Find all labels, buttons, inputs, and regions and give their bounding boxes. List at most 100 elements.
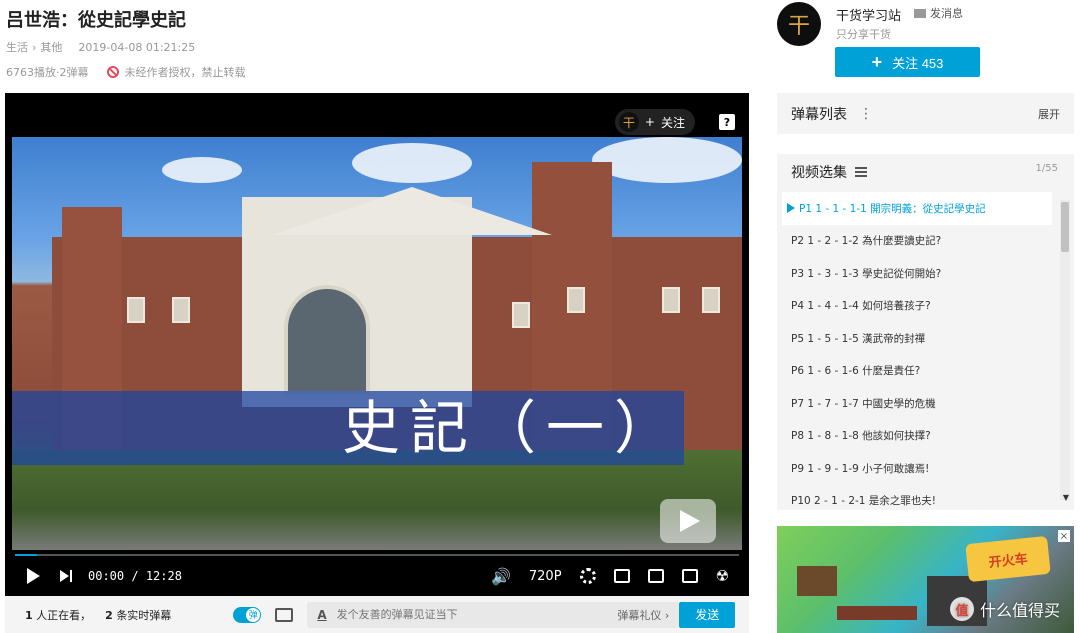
follow-label: 关注 453 xyxy=(892,55,944,71)
more-icon[interactable]: ⋮ xyxy=(859,106,873,122)
player-controls: 00:00 / 12:28 🔊 720P ☢ xyxy=(15,563,739,589)
danmaku-input-container: A 弹幕礼仪 › xyxy=(307,601,680,628)
help-icon[interactable]: ? xyxy=(719,114,735,130)
cloud xyxy=(352,143,472,183)
playing-icon xyxy=(787,203,795,214)
fullscreen-button[interactable]: ☢ xyxy=(716,563,729,589)
episode-label: P10 2 - 1 - 2-1 是余之罪也夫! xyxy=(791,495,937,508)
copyright-text: 未经作者授权，禁止转载 xyxy=(124,66,246,79)
overlay-follow-label: 关注 xyxy=(660,115,685,130)
danmaku-list-header[interactable]: 弹幕列表 ⋮ 展开 xyxy=(777,93,1074,134)
video-frame[interactable]: 史記（一） xyxy=(12,137,742,550)
list-icon[interactable] xyxy=(855,167,867,177)
episode-label: P2 1 - 2 - 1-2 為什麼要讀史記? xyxy=(791,235,942,248)
window xyxy=(662,287,680,313)
danmaku-bar: 1 人正在看， 2 条实时弹幕 A 弹幕礼仪 › 发送 xyxy=(5,596,749,633)
progress-fill xyxy=(15,554,37,556)
episode-label: P9 1 - 9 - 1-9 小子何敢讓焉! xyxy=(791,462,930,475)
episode-label: P1 1 - 1 - 1-1 開宗明義：從史記學史記 xyxy=(799,202,986,215)
episode-item[interactable]: P9 1 - 9 - 1-9 小子何敢讓焉! xyxy=(782,452,1052,485)
overlay-follow-button[interactable]: 干 + 关注 xyxy=(614,109,695,135)
widescreen-button[interactable] xyxy=(647,563,664,589)
player-top-overlay: 干 + 关注 ? xyxy=(614,109,735,135)
video-stats: 6763播放 · 2弹幕 未经作者授权，禁止转载 xyxy=(6,64,246,80)
watching-number: 1 xyxy=(25,608,33,622)
episode-item[interactable]: P3 1 - 3 - 1-3 學史記從何開始? xyxy=(782,257,1052,290)
subcategory-link[interactable]: 其他 xyxy=(40,39,62,55)
episode-item[interactable]: P7 1 - 7 - 1-7 中國史學的危機 xyxy=(782,387,1052,420)
current-time: 00:00 xyxy=(88,569,125,583)
duration: 12:28 xyxy=(145,569,182,583)
danmaku-list-title: 弹幕列表 xyxy=(791,106,847,123)
progress-bar[interactable] xyxy=(15,554,739,556)
ad-close-icon[interactable]: × xyxy=(1058,530,1070,542)
danmaku-off-button[interactable] xyxy=(613,563,630,589)
danmaku-settings-icon[interactable] xyxy=(275,607,294,622)
time-display: 00:00 / 12:28 xyxy=(88,569,182,583)
quality-selector[interactable]: 720P xyxy=(529,563,562,589)
expand-button[interactable]: 展开 xyxy=(1038,106,1060,122)
watching-label: 人正在看， xyxy=(36,608,92,622)
gear-icon xyxy=(579,568,596,584)
episode-item[interactable]: P1 1 - 1 - 1-1 開宗明義：從史記學史記 xyxy=(782,192,1052,225)
font-style-icon[interactable]: A xyxy=(317,608,326,622)
category-link[interactable]: 生活 xyxy=(6,39,28,55)
danmaku-etiquette-link[interactable]: 弹幕礼仪 › xyxy=(617,607,669,623)
window xyxy=(567,287,585,313)
web-fullscreen-button[interactable] xyxy=(681,563,698,589)
scroll-down-icon[interactable]: ▼ xyxy=(1063,493,1069,502)
realtime-number: 2 xyxy=(105,608,113,622)
next-button[interactable] xyxy=(40,563,72,589)
video-title: 吕世浩：從史記學史記 xyxy=(6,10,186,31)
video-player[interactable]: 史記（一） 干 + 关注 ? 00:00 / 12:28 🔊 720P ☢ xyxy=(5,93,749,596)
uploader-name[interactable]: 干货学习站 xyxy=(836,5,901,24)
danmaku-off-icon xyxy=(613,569,630,583)
big-play-icon[interactable] xyxy=(660,499,716,543)
follow-button[interactable]: + 关注 453 xyxy=(835,47,980,77)
episode-label: P3 1 - 3 - 1-3 學史記從何開始? xyxy=(791,267,942,280)
play-icon xyxy=(27,568,40,584)
danmaku-count: 2弹幕 xyxy=(59,66,89,79)
episode-label: P8 1 - 8 - 1-8 他該如何抉擇? xyxy=(791,430,931,443)
episode-item[interactable]: P2 1 - 2 - 1-2 為什麼要讀史記? xyxy=(782,225,1052,258)
danmaku-toggle[interactable] xyxy=(233,606,262,623)
send-message-link[interactable]: 发消息 xyxy=(914,5,963,21)
episode-item[interactable]: P8 1 - 8 - 1-8 他該如何抉擇? xyxy=(782,420,1052,453)
plus-icon: + xyxy=(644,115,655,129)
episode-item[interactable]: P4 1 - 4 - 1-4 如何培養孩子? xyxy=(782,290,1052,323)
watermark: 值 什么值得买 xyxy=(950,597,1060,621)
cloud xyxy=(162,157,242,183)
episode-item[interactable]: P10 2 - 1 - 2-1 是余之罪也夫! xyxy=(782,485,1052,518)
plus-icon: + xyxy=(871,51,883,72)
settings-button[interactable] xyxy=(579,563,596,589)
volume-icon[interactable]: 🔊 xyxy=(491,563,511,589)
window xyxy=(127,297,145,323)
video-caption: 史記（一） xyxy=(342,394,683,462)
viewer-count: 1 人正在看， xyxy=(25,607,91,623)
scroll-thumb[interactable] xyxy=(1061,202,1069,252)
realtime-danmaku: 2 条实时弹幕 xyxy=(105,607,171,623)
episode-item[interactable]: P5 1 - 5 - 1-5 漢武帝的封禪 xyxy=(782,322,1052,355)
episode-item[interactable]: P6 1 - 6 - 1-6 什麼是責任? xyxy=(782,355,1052,388)
time-separator: / xyxy=(131,569,139,583)
send-button[interactable]: 发送 xyxy=(679,601,736,628)
window xyxy=(702,287,720,313)
episode-label: P4 1 - 4 - 1-4 如何培養孩子? xyxy=(791,300,931,313)
scrollbar[interactable] xyxy=(1060,200,1070,500)
cloud xyxy=(592,137,742,183)
watermark-text: 什么值得买 xyxy=(980,601,1061,620)
video-meta: 生活 › 其他 2019-04-08 01:21:25 xyxy=(6,39,195,55)
uploader-avatar[interactable]: 干 xyxy=(777,2,821,46)
danmaku-input[interactable] xyxy=(336,608,618,621)
play-button[interactable] xyxy=(15,563,40,589)
episode-label: P5 1 - 5 - 1-5 漢武帝的封禪 xyxy=(791,332,926,345)
prohibited-icon xyxy=(106,66,119,78)
next-icon xyxy=(60,569,72,583)
play-count: 6763播放 xyxy=(6,66,56,79)
window xyxy=(172,297,190,323)
window xyxy=(512,302,530,328)
copyright-note: 未经作者授权，禁止转载 xyxy=(106,64,246,80)
widescreen-icon xyxy=(647,569,664,583)
realtime-label: 条实时弹幕 xyxy=(116,608,172,622)
web-fullscreen-icon xyxy=(681,569,698,583)
